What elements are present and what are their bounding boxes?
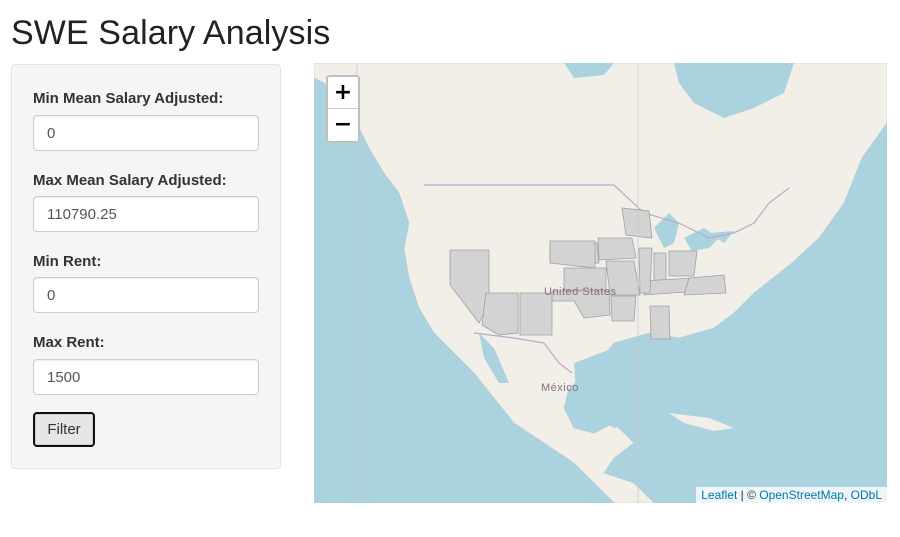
page-title: SWE Salary Analysis	[11, 14, 331, 52]
max-salary-label: Max Mean Salary Adjusted:	[33, 172, 227, 189]
state-new-mexico	[519, 292, 553, 336]
state-illinois	[638, 247, 653, 294]
max-rent-input[interactable]	[33, 359, 259, 395]
state-alabama	[649, 305, 671, 340]
zoom-control: + −	[326, 75, 360, 143]
state-virginia	[683, 274, 727, 296]
state-south-dakota	[549, 240, 596, 269]
leaflet-map[interactable]: United States México + − Leaflet | © Ope…	[314, 63, 887, 503]
attribution-separator: | ©	[737, 488, 760, 502]
zoom-in-button[interactable]: +	[328, 77, 358, 109]
min-rent-label: Min Rent:	[33, 253, 102, 270]
cuba	[669, 413, 734, 431]
odbl-link[interactable]: ODbL	[851, 488, 882, 502]
min-salary-label: Min Mean Salary Adjusted:	[33, 90, 224, 107]
state-arkansas	[610, 295, 637, 322]
min-rent-input[interactable]	[33, 277, 259, 313]
leaflet-link[interactable]: Leaflet	[701, 488, 737, 502]
map-attribution: Leaflet | © OpenStreetMap, ODbL	[696, 487, 887, 503]
state-iowa	[597, 237, 637, 261]
filter-button[interactable]: Filter	[33, 412, 95, 447]
max-rent-label: Max Rent:	[33, 334, 105, 351]
max-salary-input[interactable]	[33, 196, 259, 232]
osm-link[interactable]: OpenStreetMap	[759, 488, 844, 502]
zoom-out-button[interactable]: −	[328, 109, 358, 141]
attribution-comma: ,	[843, 488, 851, 502]
min-salary-input[interactable]	[33, 115, 259, 151]
map-tiles	[314, 63, 887, 503]
state-ohio	[668, 250, 698, 277]
map-label-mexico: México	[541, 382, 579, 394]
state-wisconsin	[621, 207, 653, 239]
filter-sidebar: Min Mean Salary Adjusted: Max Mean Salar…	[11, 64, 281, 469]
map-label-us: United States	[544, 286, 617, 298]
